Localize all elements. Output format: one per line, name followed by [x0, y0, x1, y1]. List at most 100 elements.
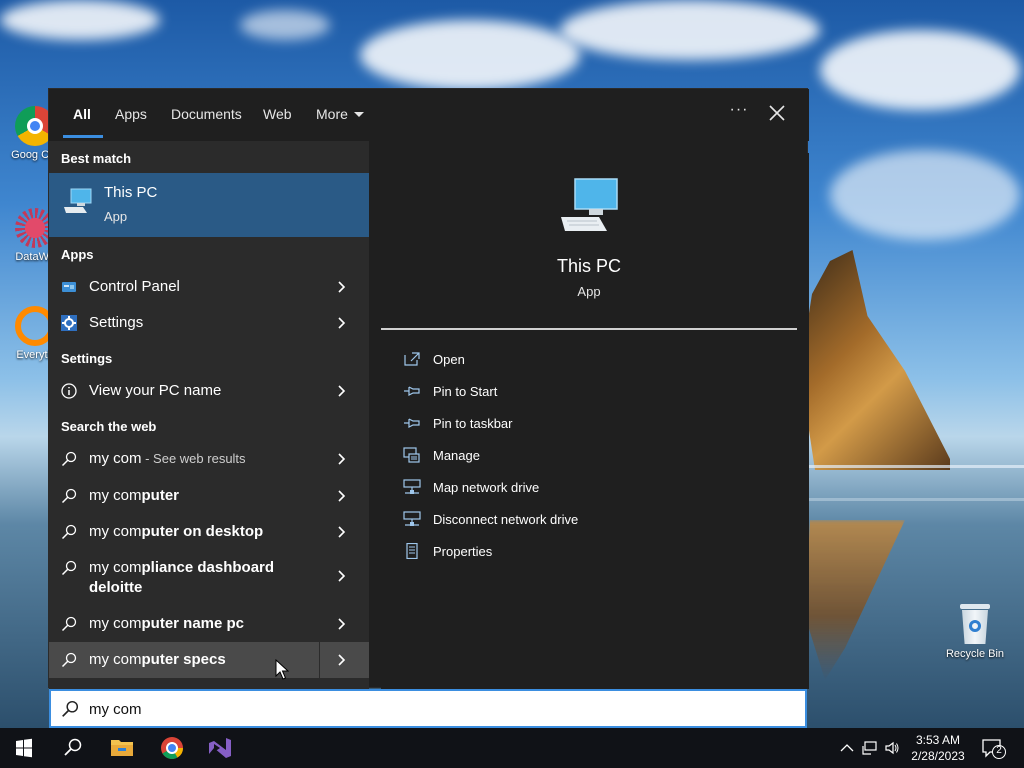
tab-apps[interactable]: Apps	[115, 106, 147, 122]
clock-date: 2/28/2023	[911, 749, 965, 763]
see-web-results-text: - See web results	[141, 451, 246, 466]
result-label: Control Panel	[89, 278, 180, 295]
cloud	[560, 0, 820, 60]
tab-web[interactable]: Web	[263, 106, 292, 122]
notification-icon	[982, 739, 1006, 759]
result-label: my computer name pc	[89, 615, 244, 632]
chevron-right-icon[interactable]	[335, 489, 349, 503]
results-list: Best match This PC App Apps Control Pane…	[49, 141, 369, 689]
taskbar-chrome[interactable]	[148, 728, 196, 768]
web-result[interactable]: my com - See web results	[49, 441, 369, 477]
result-settings[interactable]: Settings	[49, 305, 369, 341]
tab-more[interactable]: More	[316, 106, 364, 122]
cloud	[360, 20, 580, 90]
action-label: Map network drive	[433, 480, 540, 495]
search-web-header: Search the web	[61, 419, 157, 434]
chevron-right-icon[interactable]	[335, 617, 349, 631]
query-text: my com	[89, 651, 142, 668]
action-map-network-drive[interactable]: Map network drive	[403, 477, 783, 501]
best-match-item[interactable]: This PC App	[49, 173, 369, 237]
action-center-button[interactable]: 2	[980, 736, 1008, 760]
chevron-right-icon[interactable]	[335, 569, 349, 583]
chevron-right-icon[interactable]	[335, 384, 349, 398]
notification-count: 2	[996, 745, 1002, 756]
web-result[interactable]: my computer	[49, 478, 369, 514]
chrome-icon	[161, 737, 183, 759]
search-icon	[64, 738, 82, 756]
result-label: my compliance dashboard	[89, 559, 274, 576]
open-icon	[404, 352, 420, 366]
settings-header: Settings	[61, 351, 113, 366]
action-open[interactable]: Open	[403, 349, 783, 373]
clock[interactable]: 3:53 AM 2/28/2023	[908, 732, 968, 764]
result-label: my computer on desktop	[89, 523, 263, 540]
web-result[interactable]: my computer on desktop	[49, 514, 369, 550]
cloud	[240, 10, 330, 40]
web-result[interactable]: my computer name pc	[49, 606, 369, 642]
chevron-right-icon[interactable]	[335, 316, 349, 330]
this-pc-icon	[64, 188, 92, 213]
result-control-panel[interactable]: Control Panel	[49, 269, 369, 305]
suggestion-completion: puter specs	[141, 651, 226, 668]
best-match-header: Best match	[61, 151, 132, 166]
taskbar-visual-studio[interactable]	[196, 728, 244, 768]
taskbar-file-explorer[interactable]	[98, 728, 146, 768]
query-text: my com	[89, 487, 142, 504]
desktop-icon-recycle-bin[interactable]: Recycle Bin	[940, 604, 1010, 660]
web-result-hovered[interactable]: my computer specs	[49, 642, 369, 678]
search-icon	[62, 700, 79, 717]
action-pin-to-start[interactable]: Pin to Start	[403, 381, 783, 405]
suggestion-completion-line2: deloitte	[89, 579, 143, 596]
properties-icon	[406, 543, 418, 559]
action-properties[interactable]: Properties	[403, 541, 783, 565]
search-box[interactable]	[49, 689, 807, 728]
query-text: my com	[89, 523, 142, 540]
action-disconnect-network-drive[interactable]: Disconnect network drive	[403, 509, 783, 533]
rock-reflection	[805, 520, 905, 680]
action-label: Properties	[433, 544, 493, 559]
result-label: Settings	[89, 314, 144, 331]
action-manage[interactable]: Manage	[403, 445, 783, 469]
close-icon[interactable]	[765, 101, 789, 125]
preview-divider	[381, 328, 797, 330]
preview-title: This PC	[556, 256, 621, 276]
query-text: my com	[89, 615, 142, 632]
taskbar: 3:53 AM 2/28/2023 2	[0, 728, 1024, 768]
action-label: Manage	[433, 448, 480, 463]
chevron-up-icon[interactable]	[839, 740, 855, 756]
search-icon	[61, 652, 77, 668]
network-icon[interactable]	[862, 740, 878, 756]
shoreline	[808, 498, 1024, 501]
search-icon	[61, 616, 77, 632]
web-result[interactable]: my compliance dashboard deloitte	[49, 550, 369, 602]
tab-documents[interactable]: Documents	[171, 106, 242, 122]
taskbar-search-button[interactable]	[48, 728, 96, 768]
search-icon	[61, 524, 77, 540]
search-icon	[61, 451, 77, 467]
action-label: Open	[433, 352, 465, 367]
action-label: Pin to Start	[433, 384, 498, 399]
network-drive-icon	[403, 479, 421, 494]
chevron-right-icon[interactable]	[335, 525, 349, 539]
suggestion-completion: puter on desktop	[141, 523, 264, 540]
action-pin-to-taskbar[interactable]: Pin to taskbar	[403, 413, 783, 437]
chevron-right-icon[interactable]	[335, 280, 349, 294]
start-button[interactable]	[0, 728, 48, 768]
volume-icon[interactable]	[884, 740, 900, 756]
result-label: my computer specs	[89, 651, 226, 668]
best-match-subtitle: App	[104, 209, 128, 224]
this-pc-icon	[561, 178, 618, 231]
action-label: Pin to taskbar	[433, 416, 513, 431]
folder-icon	[111, 740, 133, 756]
info-icon	[61, 383, 77, 399]
chevron-right-icon[interactable]	[335, 452, 349, 466]
preview-subtitle: App	[577, 284, 601, 299]
tab-all[interactable]: All	[73, 106, 91, 122]
result-view-pc-name[interactable]: View your PC name	[49, 373, 369, 409]
options-button[interactable]: ···	[725, 101, 753, 125]
search-input[interactable]	[89, 697, 789, 721]
tab-more-label: More	[316, 106, 348, 122]
chevron-right-icon[interactable]	[335, 653, 349, 667]
suggestion-completion: puter	[141, 487, 180, 504]
active-tab-indicator	[63, 135, 103, 138]
